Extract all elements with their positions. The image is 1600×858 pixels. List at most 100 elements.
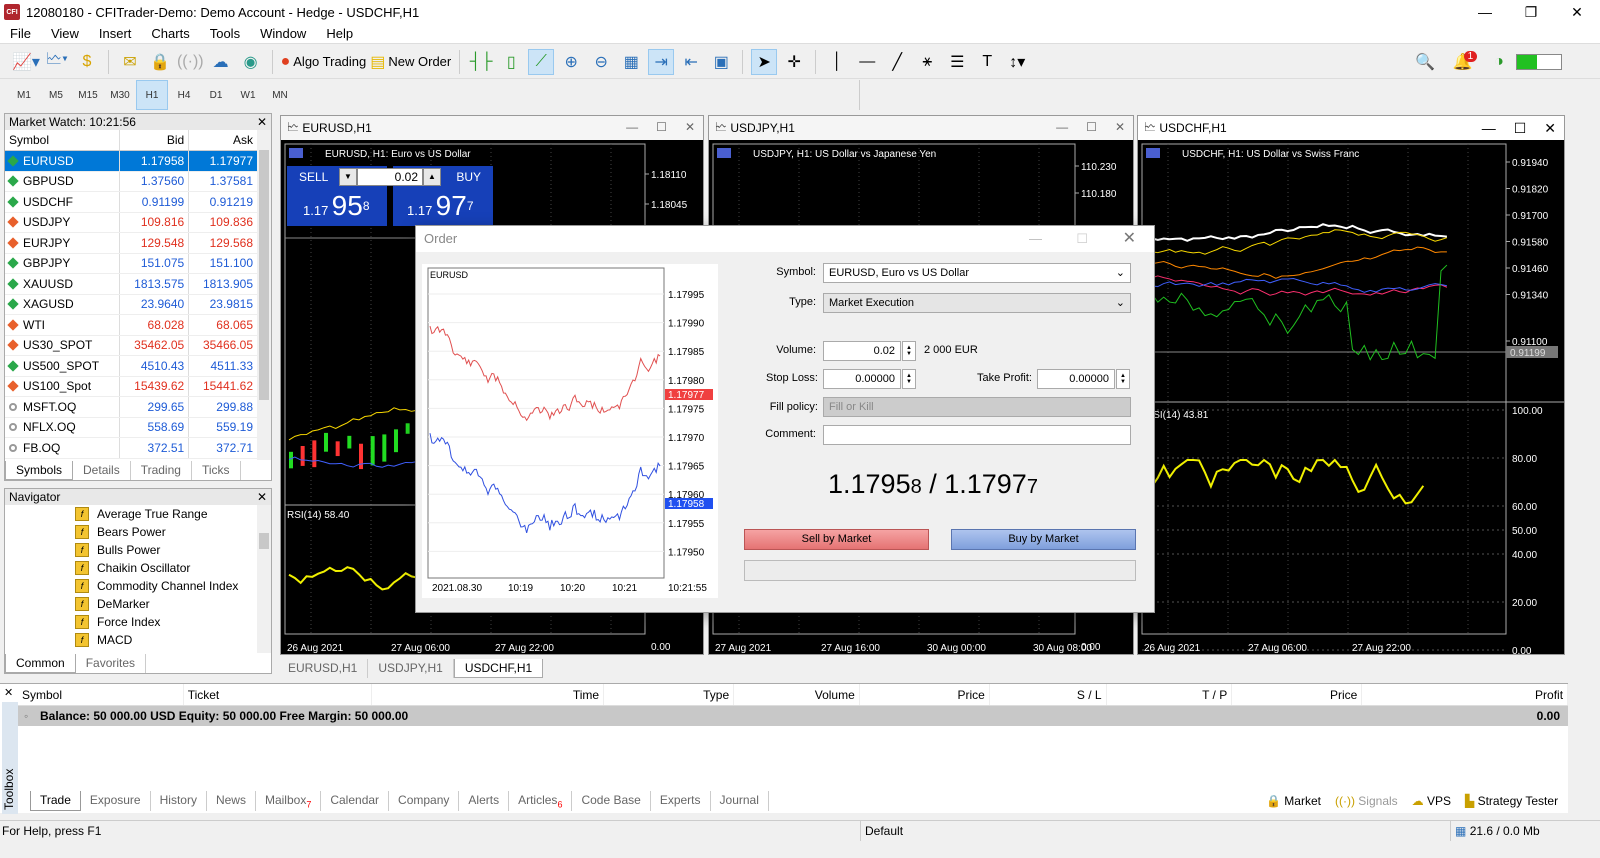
- take-profit-stepper[interactable]: ▲ ▼: [1116, 369, 1130, 389]
- candlestick-button[interactable]: ▯: [498, 49, 524, 75]
- vps-button[interactable]: ☁ VPS: [1412, 794, 1451, 808]
- profile-name[interactable]: Default: [860, 821, 903, 841]
- toolbox-tab-mailbox[interactable]: Mailbox7: [256, 791, 322, 812]
- col-header[interactable]: Price: [860, 684, 990, 705]
- minimize-icon[interactable]: —: [1029, 226, 1042, 252]
- line-chart-button[interactable]: ⟋: [528, 48, 555, 75]
- toolbox-tab-code-base[interactable]: Code Base: [572, 791, 651, 812]
- menu-insert[interactable]: Insert: [89, 24, 142, 43]
- navigator-item[interactable]: f Commodity Channel Index: [5, 577, 271, 595]
- close-icon[interactable]: ✕: [4, 686, 13, 699]
- toolbox-tab-articles[interactable]: Articles6: [509, 791, 573, 812]
- navigator-item[interactable]: f Chaikin Oscillator: [5, 559, 271, 577]
- maximize-icon[interactable]: ☐: [1514, 120, 1527, 137]
- col-header[interactable]: Time: [372, 684, 605, 705]
- close-icon[interactable]: ✕: [257, 489, 267, 505]
- market-watch-row[interactable]: MSFT.OQ 299.65 299.88: [5, 396, 257, 418]
- volume-input[interactable]: 0.02: [357, 168, 423, 186]
- market-watch-scrollbar[interactable]: [257, 130, 271, 460]
- col-header[interactable]: Ticket: [184, 684, 372, 705]
- chart-tab-eurusd-h1[interactable]: EURUSD,H1: [278, 659, 369, 678]
- signals-icon[interactable]: ((·)): [177, 49, 204, 75]
- col-header[interactable]: Volume: [734, 684, 860, 705]
- chart-shift-button[interactable]: ⇤: [678, 49, 704, 75]
- tab-symbols[interactable]: Symbols: [5, 461, 74, 480]
- tab-details[interactable]: Details: [73, 461, 131, 480]
- notifications-icon[interactable]: 🔔 1: [1452, 49, 1478, 75]
- timeframe-m15[interactable]: M15: [72, 80, 104, 110]
- text-button[interactable]: T: [974, 49, 1000, 75]
- buy-by-market-button[interactable]: Buy by Market: [951, 529, 1136, 550]
- toolbox-tab-news[interactable]: News: [207, 791, 256, 812]
- cursor-button[interactable]: ➤: [751, 48, 778, 75]
- market-watch-row[interactable]: EURUSD 1.17958 1.17977: [5, 150, 257, 172]
- vertical-line-button[interactable]: │: [824, 49, 850, 75]
- menu-charts[interactable]: Charts: [141, 24, 199, 43]
- col-header[interactable]: Type: [604, 684, 735, 705]
- stop-loss-input[interactable]: 0.00000: [823, 369, 901, 389]
- deposit-icon[interactable]: ✉: [117, 49, 143, 75]
- close-icon[interactable]: ✕: [1115, 120, 1125, 134]
- take-profit-input[interactable]: 0.00000: [1037, 369, 1115, 389]
- tab-common[interactable]: Common: [5, 654, 76, 673]
- market-watch-row[interactable]: XAGUSD 23.9640 23.9815: [5, 294, 257, 315]
- timeframe-m5[interactable]: M5: [40, 80, 72, 110]
- toolbox-tab-exposure[interactable]: Exposure: [81, 791, 151, 812]
- arrows-button[interactable]: ↕▾: [1004, 49, 1030, 75]
- minimize-button[interactable]: —: [1462, 0, 1508, 24]
- chart-tab-usdjpy-h1[interactable]: USDJPY,H1: [368, 659, 454, 678]
- market-watch-row[interactable]: US500_SPOT 4510.43 4511.33: [5, 355, 257, 377]
- vps-icon[interactable]: ☁: [208, 49, 234, 75]
- timeframe-mn[interactable]: MN: [264, 80, 296, 110]
- col-symbol[interactable]: Symbol: [5, 130, 120, 151]
- volume-decrease-button[interactable]: ▼: [339, 168, 357, 186]
- toolbox-tab-company[interactable]: Company: [389, 791, 460, 812]
- navigator-item[interactable]: f Bulls Power: [5, 541, 271, 559]
- zoom-out-button[interactable]: ⊖: [588, 49, 614, 75]
- market-icon[interactable]: 🔒: [147, 49, 173, 75]
- col-header[interactable]: T / P: [1107, 684, 1233, 705]
- navigator-item[interactable]: f Bears Power: [5, 523, 271, 541]
- menu-help[interactable]: Help: [316, 24, 363, 43]
- tab-favorites[interactable]: Favorites: [76, 654, 147, 673]
- profiles-button[interactable]: 🗠▾: [44, 49, 70, 75]
- market-watch-row[interactable]: GBPUSD 1.37560 1.37581: [5, 171, 257, 192]
- menu-tools[interactable]: Tools: [200, 24, 250, 43]
- market-watch-row[interactable]: US30_SPOT 35462.05 35466.05: [5, 335, 257, 356]
- chart-window-usdchf[interactable]: 🗠 USDCHF,H1 — ☐ ✕ USDCHF, H1: US Dollar vs …: [1137, 115, 1565, 655]
- menu-file[interactable]: File: [0, 24, 41, 43]
- minimize-icon[interactable]: —: [1056, 120, 1068, 134]
- market-watch-row[interactable]: USDJPY 109.816 109.836: [5, 212, 257, 233]
- new-chart-button[interactable]: 📈▾: [12, 49, 40, 75]
- minimize-icon[interactable]: —: [626, 120, 638, 134]
- fibonacci-button[interactable]: ⚹: [914, 49, 940, 75]
- tab-ticks[interactable]: Ticks: [192, 461, 241, 480]
- lvl-icon[interactable]: ◑: [1486, 49, 1512, 75]
- algo-trading-button[interactable]: ● Algo Trading: [281, 49, 367, 75]
- strategy-tester-button[interactable]: ▙ Strategy Tester: [1465, 794, 1558, 808]
- close-button[interactable]: ✕: [1554, 0, 1600, 24]
- timeframe-w1[interactable]: W1: [232, 80, 264, 110]
- templates-button[interactable]: ▣: [708, 49, 734, 75]
- maximize-icon[interactable]: ☐: [1086, 120, 1097, 134]
- market-watch-row[interactable]: EURJPY 129.548 129.568: [5, 232, 257, 254]
- timeframe-m1[interactable]: M1: [8, 80, 40, 110]
- bar-chart-button[interactable]: ┤├: [468, 49, 494, 75]
- market-watch-row[interactable]: WTI 68.028 68.065: [5, 314, 257, 336]
- zoom-in-button[interactable]: ⊕: [558, 49, 584, 75]
- autoscroll-button[interactable]: ⇥: [648, 48, 675, 75]
- col-bid[interactable]: Bid: [119, 130, 189, 151]
- col-ask[interactable]: Ask: [188, 130, 257, 151]
- toolbox-tab-trade[interactable]: Trade: [30, 791, 81, 812]
- toolbox-tab-alerts[interactable]: Alerts: [459, 791, 510, 812]
- market-watch-row[interactable]: NFLX.OQ 558.69 559.19: [5, 417, 257, 438]
- horizontal-line-button[interactable]: —: [854, 49, 880, 75]
- toolbox-tab-calendar[interactable]: Calendar: [321, 791, 390, 812]
- comment-input[interactable]: [823, 425, 1131, 445]
- new-order-button[interactable]: ▤ New Order: [370, 49, 451, 75]
- navigator-item[interactable]: f Average True Range: [5, 505, 271, 523]
- market-watch-row[interactable]: GBPJPY 151.075 151.100: [5, 253, 257, 274]
- trendline-button[interactable]: ╱: [884, 49, 910, 75]
- toolbox-tab-experts[interactable]: Experts: [651, 791, 711, 812]
- volume-stepper[interactable]: ▲ ▼: [902, 341, 916, 361]
